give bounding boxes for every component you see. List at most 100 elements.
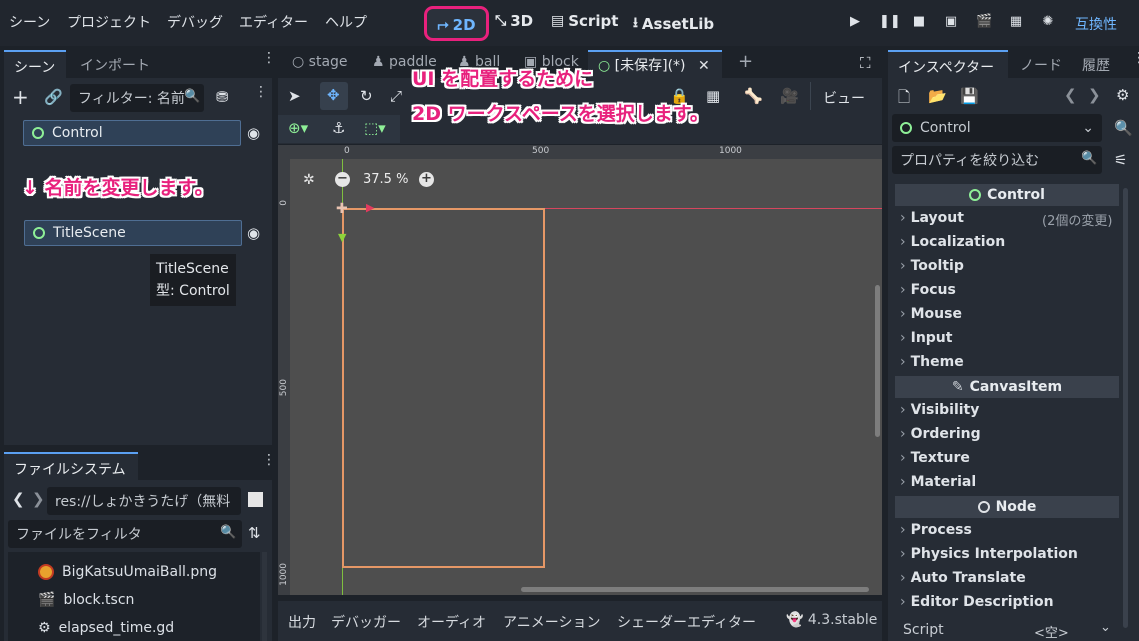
play-icon[interactable]: ▶	[847, 14, 863, 30]
prop-ordering[interactable]: › Ordering	[900, 426, 981, 442]
sort-icon[interactable]: ⇅	[248, 524, 261, 542]
tab-history[interactable]: 履歴	[1072, 50, 1120, 78]
tab-animation[interactable]: アニメーション	[503, 612, 600, 632]
view-menu[interactable]: ビュー	[823, 88, 865, 108]
scene-tree-menu-icon[interactable]: ⋮	[254, 85, 268, 106]
prop-process[interactable]: › Process	[900, 522, 972, 538]
x-arrow-icon[interactable]: ▶	[366, 201, 374, 214]
workspace-assetlib-button[interactable]: ⭳ AssetLib	[633, 12, 714, 36]
forward-icon[interactable]: ❯	[32, 490, 45, 508]
workspace-3d-button[interactable]: ⤡ 3D	[495, 12, 533, 30]
scene-tab-stage[interactable]: ○ stage	[282, 50, 358, 78]
section-canvasitem[interactable]: ✎ CanvasItem	[895, 376, 1119, 398]
menu-editor[interactable]: エディター	[239, 12, 308, 32]
tab-shader-editor[interactable]: シェーダーエディター	[617, 612, 756, 632]
settings-icon[interactable]: ⚙	[1116, 86, 1129, 104]
stop-icon[interactable]: ■	[911, 14, 927, 30]
prop-auto-translate[interactable]: › Auto Translate	[900, 570, 1026, 586]
add-node-icon[interactable]: +	[12, 87, 29, 107]
tab-filesystem[interactable]: ファイルシステム	[4, 452, 138, 480]
workspace-script-button[interactable]: ▤ Script	[551, 12, 618, 30]
select-tool-icon[interactable]: ➤	[288, 87, 301, 105]
prop-input[interactable]: › Input	[900, 330, 952, 346]
add-control-icon[interactable]: ⊕▾	[288, 119, 308, 137]
prop-editor-description[interactable]: › Editor Description	[900, 594, 1054, 610]
play-scene-icon[interactable]: 🎬	[976, 14, 992, 30]
vertical-scrollbar[interactable]	[875, 285, 880, 437]
horizontal-scrollbar[interactable]	[521, 587, 869, 592]
tab-node[interactable]: ノード	[1010, 50, 1072, 78]
chevron-down-icon[interactable]: ⌄	[1100, 620, 1111, 635]
save-icon[interactable]: 💾	[960, 87, 979, 105]
path-field[interactable]: res://しょかきうたげ（無料	[47, 487, 241, 515]
zoom-out-icon[interactable]: −	[335, 172, 350, 187]
renderer-selector[interactable]: 互換性	[1075, 14, 1117, 34]
container-sizing-icon[interactable]: ⬚▾	[364, 119, 386, 137]
menu-debug[interactable]: デバッグ	[167, 12, 223, 32]
property-options-icon[interactable]: ⚟	[1114, 151, 1127, 169]
rotate-tool-icon[interactable]: ↻	[360, 87, 373, 105]
filesystem-menu-icon[interactable]: ⋮	[262, 453, 276, 474]
prop-localization[interactable]: › Localization	[900, 234, 1005, 250]
prop-tooltip[interactable]: › Tooltip	[900, 258, 964, 274]
workspace-2d-button[interactable]: ⮣ 2D	[424, 6, 489, 41]
pause-icon[interactable]: ❚❚	[879, 14, 901, 30]
toggle-view-icon[interactable]	[248, 492, 263, 507]
y-arrow-icon[interactable]: ▼	[338, 231, 346, 244]
zoom-in-icon[interactable]: +	[419, 172, 434, 187]
control-rect[interactable]	[342, 208, 545, 568]
menu-help[interactable]: ヘルプ	[325, 12, 367, 32]
scene-dock-menu-icon[interactable]: ⋮	[262, 51, 276, 72]
file-list-scrollbar[interactable]	[262, 552, 267, 641]
inspector-menu-icon[interactable]: ⋮	[1132, 51, 1139, 72]
tab-audio[interactable]: オーディオ	[417, 612, 486, 632]
file-row[interactable]: BigKatsuUmaiBall.png	[38, 564, 217, 580]
menu-scene[interactable]: シーン	[9, 12, 50, 32]
tab-output[interactable]: 出力	[288, 612, 316, 632]
pivot-icon[interactable]: ✚	[336, 201, 348, 217]
property-filter-input[interactable]: プロパティを絞り込む	[892, 146, 1102, 174]
link-icon[interactable]: 🔗	[44, 88, 63, 106]
visibility-eye-icon[interactable]: ◉	[247, 224, 260, 242]
node-selector[interactable]: Control ⌄	[892, 114, 1102, 142]
section-control[interactable]: Control	[895, 184, 1119, 206]
tab-debugger[interactable]: デバッガー	[331, 612, 401, 632]
file-filter-input[interactable]: ファイルをフィルタ	[8, 520, 242, 548]
inspector-scrollbar[interactable]	[1123, 188, 1128, 628]
file-row[interactable]: 🎬 block.tscn	[38, 592, 134, 608]
move-tool-icon[interactable]: ✥	[327, 86, 340, 104]
movie-maker-icon[interactable]: ✺	[1040, 14, 1056, 30]
center-view-icon[interactable]: ✲	[303, 172, 315, 188]
canvas-viewport[interactable]: ✚ ▶ ▼ ✲ − 37.5 % +	[290, 159, 882, 595]
camera-override-icon[interactable]: 🎥	[780, 87, 799, 105]
history-forward-icon[interactable]: ❯	[1088, 86, 1101, 104]
prop-layout[interactable]: › Layout	[900, 210, 964, 226]
zoom-level[interactable]: 37.5 %	[363, 172, 408, 187]
visibility-eye-icon[interactable]: ◉	[247, 124, 260, 142]
prop-material[interactable]: › Material	[900, 474, 976, 490]
add-scene-tab-icon[interactable]: +	[728, 50, 763, 78]
skeleton-icon[interactable]: 🦴	[744, 87, 763, 105]
menu-project[interactable]: プロジェクト	[67, 12, 151, 32]
tab-scene[interactable]: シーン	[4, 50, 66, 78]
new-resource-icon[interactable]: 🗋	[898, 87, 910, 112]
prop-visibility[interactable]: › Visibility	[900, 402, 979, 418]
section-node[interactable]: Node	[895, 496, 1119, 518]
script-value[interactable]: <空>	[1034, 622, 1069, 641]
prop-texture[interactable]: › Texture	[900, 450, 970, 466]
prop-physics-interpolation[interactable]: › Physics Interpolation	[900, 546, 1078, 562]
file-row[interactable]: ⚙ elapsed_time.gd	[38, 620, 174, 636]
prop-theme[interactable]: › Theme	[900, 354, 964, 370]
tab-import[interactable]: インポート	[70, 50, 160, 78]
history-back-icon[interactable]: ❮	[1064, 86, 1077, 104]
tree-node-control[interactable]: Control	[23, 120, 241, 146]
remote-debug-icon[interactable]: ▣	[943, 14, 959, 30]
back-icon[interactable]: ❮	[12, 490, 25, 508]
distraction-free-icon[interactable]: ⛶	[860, 54, 871, 72]
tab-inspector[interactable]: インスペクター	[888, 50, 1008, 78]
scale-tool-icon[interactable]: ⤢	[390, 87, 402, 105]
close-icon[interactable]: ✕	[698, 58, 710, 74]
anchor-icon[interactable]: ⚓	[332, 119, 345, 137]
play-custom-scene-icon[interactable]: ▦	[1008, 14, 1024, 30]
prop-focus[interactable]: › Focus	[900, 282, 956, 298]
